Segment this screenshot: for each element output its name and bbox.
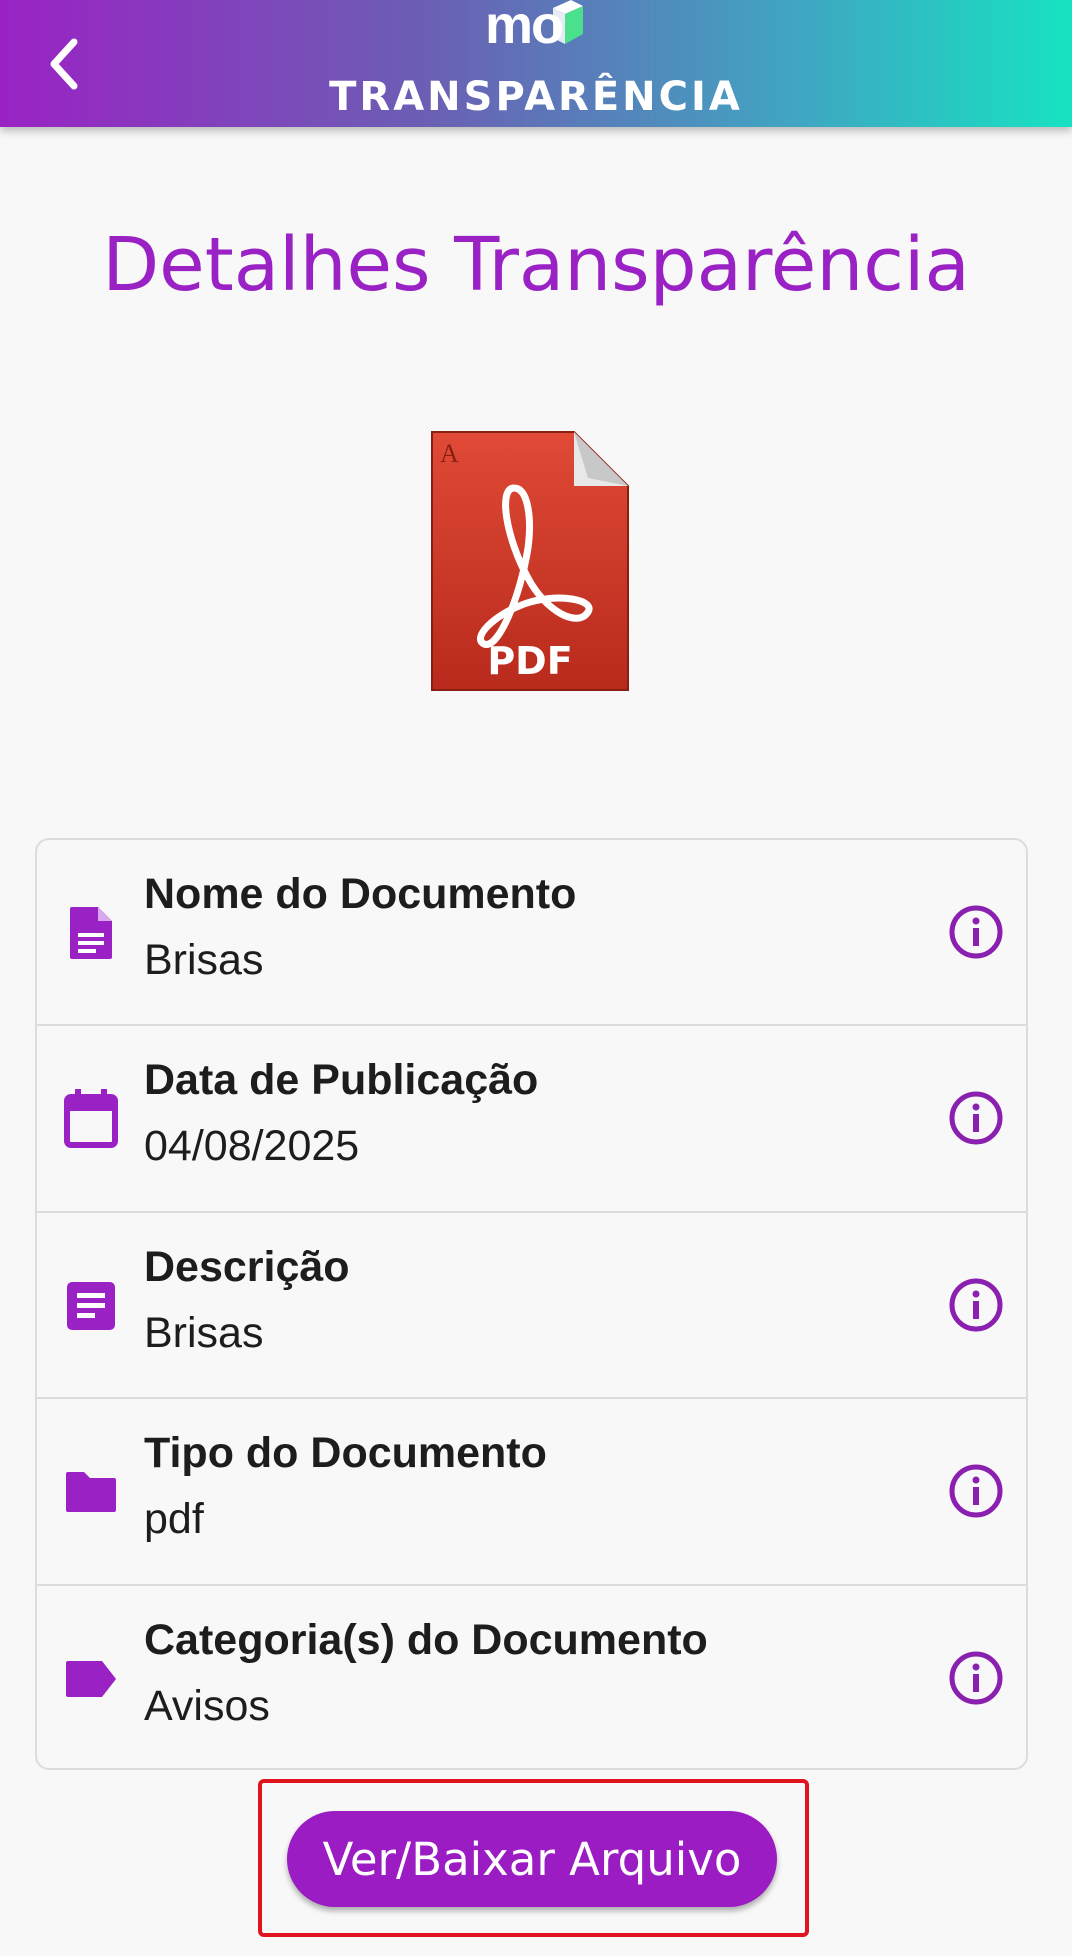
info-button[interactable] [948,1277,1004,1333]
info-icon [949,905,1003,959]
detail-label: Categoria(s) do Documento [144,1615,708,1664]
info-icon [949,1091,1003,1145]
detail-value: Avisos [144,1681,270,1730]
detail-row-publication-date: Data de Publicação 04/08/2025 [37,1026,1026,1213]
info-icon [949,1278,1003,1332]
detail-value: 04/08/2025 [144,1122,360,1171]
info-button[interactable] [948,904,1004,960]
detail-label: Nome do Documento [144,870,577,918]
label-tag-icon [61,1649,121,1709]
document-icon [61,903,121,963]
info-icon [949,1464,1003,1518]
detail-label: Tipo do Documento [144,1429,547,1478]
svg-text:A: A [440,439,459,468]
detail-row-category: Categoria(s) do Documento Avisos [37,1586,1026,1768]
app-logo: mo [485,0,595,60]
detail-row-description: Descrição Brisas [37,1213,1026,1400]
info-button[interactable] [948,1463,1004,1519]
app-header: mo TRANSPARÊNCIA [0,0,1072,127]
header-title: TRANSPARÊNCIA [329,74,743,120]
folder-icon [61,1462,121,1522]
pdf-icon-label: PDF [487,639,572,683]
detail-value: Brisas [144,1308,264,1357]
logo-cube-icon [553,0,583,44]
detail-row-document-type: Tipo do Documento pdf [37,1399,1026,1586]
detail-value: pdf [144,1495,204,1544]
calendar-icon [61,1089,121,1149]
detail-value: Brisas [144,936,264,984]
view-download-file-button[interactable]: Ver/Baixar Arquivo [287,1811,777,1907]
info-button[interactable] [948,1090,1004,1146]
detail-label: Data de Publicação [144,1056,539,1105]
page-title: Detalhes Transparência [102,222,970,308]
notes-icon [61,1276,121,1336]
info-icon [949,1651,1003,1705]
detail-label: Descrição [144,1242,350,1291]
info-button[interactable] [948,1650,1004,1706]
detail-row-document-name: Nome do Documento Brisas [37,840,1026,1027]
pdf-file-icon: A PDF [428,428,632,694]
details-card: Nome do Documento Brisas Data de Publica… [35,838,1028,1770]
